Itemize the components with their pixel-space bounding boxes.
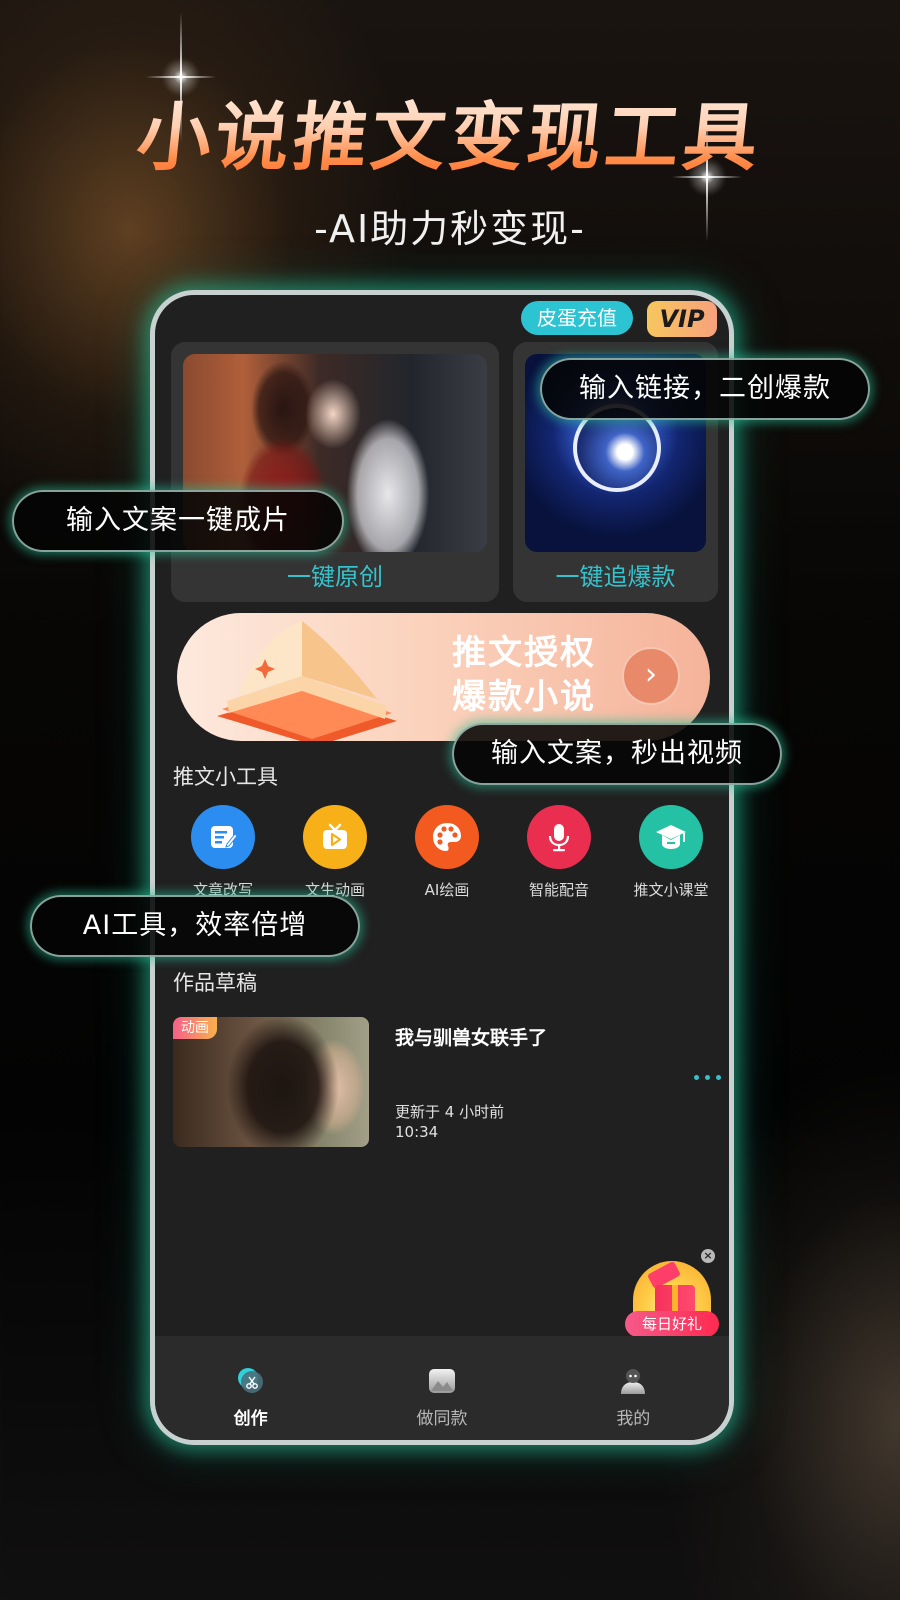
scissors-icon bbox=[236, 1366, 266, 1396]
novel-license-banner[interactable]: 推文授权 爆款小说 › bbox=[177, 613, 710, 741]
hero-subtitle: -AI助力秒变现- bbox=[314, 207, 586, 251]
tab-mine[interactable]: 我的 bbox=[538, 1336, 729, 1440]
chevron-right-icon[interactable]: › bbox=[622, 647, 680, 705]
bottom-tab-bar: 创作 做同款 我的 bbox=[155, 1336, 729, 1440]
tool-tutorial-class[interactable]: 推文小课堂 bbox=[621, 805, 721, 900]
draft-type-badge: 动画 bbox=[173, 1017, 217, 1039]
banner-line-2: 爆款小说 bbox=[452, 677, 596, 717]
tab-create[interactable]: 创作 bbox=[155, 1336, 346, 1440]
tv-play-icon bbox=[303, 805, 367, 869]
tool-label: AI绘画 bbox=[424, 881, 470, 899]
banner-text: 推文授权 爆款小说 bbox=[452, 631, 596, 719]
close-icon[interactable]: × bbox=[701, 1249, 715, 1263]
gift-label: 每日好礼 bbox=[625, 1311, 719, 1337]
microphone-icon bbox=[527, 805, 591, 869]
tool-smart-voiceover[interactable]: 智能配音 bbox=[509, 805, 609, 900]
graduation-cap-icon bbox=[639, 805, 703, 869]
feature-label: 一键原创 bbox=[287, 563, 383, 591]
top-bar: 皮蛋充值 VIP bbox=[521, 301, 717, 337]
banner-line-1: 推文授权 bbox=[452, 633, 596, 673]
open-book-icon bbox=[217, 621, 397, 741]
tool-article-rewrite[interactable]: 文章改写 bbox=[173, 805, 273, 900]
tab-label: 我的 bbox=[616, 1409, 651, 1429]
tab-label: 做同款 bbox=[416, 1409, 468, 1429]
draft-thumbnail: 动画 bbox=[173, 1017, 369, 1147]
draft-updated: 更新于 4 小时前 bbox=[395, 1103, 505, 1121]
palette-icon bbox=[415, 805, 479, 869]
tool-label: 智能配音 bbox=[528, 881, 589, 899]
callout-ai-tools: AI工具，效率倍增 bbox=[30, 895, 360, 957]
callout-one-click-video: 输入文案一键成片 bbox=[12, 490, 344, 552]
edit-document-icon bbox=[191, 805, 255, 869]
tool-ai-painting[interactable]: AI绘画 bbox=[397, 805, 497, 900]
tab-make-same[interactable]: 做同款 bbox=[346, 1336, 537, 1440]
feature-label: 一键追爆款 bbox=[555, 563, 676, 591]
image-icon bbox=[427, 1366, 457, 1396]
callout-text-to-video: 输入文案，秒出视频 bbox=[452, 723, 782, 785]
more-options-icon[interactable] bbox=[694, 1075, 721, 1080]
recharge-button[interactable]: 皮蛋充值 bbox=[521, 301, 633, 335]
hero-title: 小说推文变现工具 bbox=[0, 78, 900, 185]
daily-gift-widget[interactable]: × 每日好礼 bbox=[625, 1245, 721, 1337]
tools-section-title: 推文小工具 bbox=[173, 765, 278, 789]
feature-card-original[interactable]: 一键原创 bbox=[171, 342, 499, 602]
drafts-section-title: 作品草稿 bbox=[173, 971, 257, 995]
draft-time: 10:34 bbox=[395, 1123, 439, 1141]
tool-label: 推文小课堂 bbox=[633, 881, 709, 899]
callout-link-remix: 输入链接，二创爆款 bbox=[540, 358, 870, 420]
draft-item[interactable]: 动画 我与驯兽女联手了 更新于 4 小时前 10:34 bbox=[173, 1017, 721, 1147]
vip-button[interactable]: VIP bbox=[647, 301, 717, 337]
tab-label: 创作 bbox=[233, 1409, 268, 1429]
tools-grid: 文章改写 文生动画 AI绘画 智能配音 推文小课堂 bbox=[173, 805, 721, 900]
tool-text-to-animation[interactable]: 文生动画 bbox=[285, 805, 385, 900]
phone-screen: 皮蛋充值 VIP 一键原创 一键追爆款 推文授权 爆款小说 › 推文小工具 文章… bbox=[150, 290, 734, 1445]
profile-icon bbox=[618, 1366, 648, 1396]
draft-title: 我与驯兽女联手了 bbox=[395, 1027, 548, 1049]
